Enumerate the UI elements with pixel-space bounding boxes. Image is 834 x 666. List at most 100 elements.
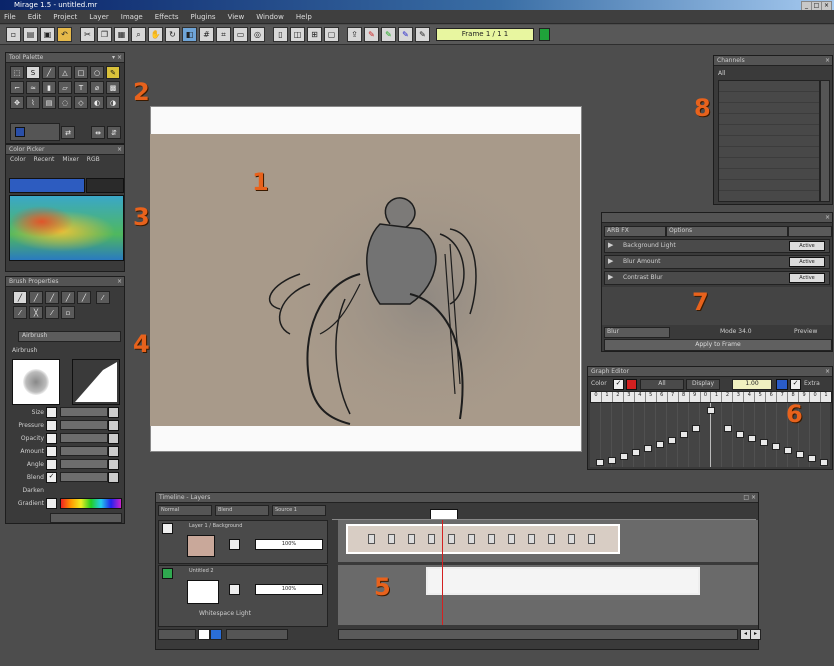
fx-extra-select[interactable] [788, 226, 832, 237]
channels-list[interactable] [718, 80, 820, 202]
curve-point[interactable] [724, 425, 732, 432]
brush-water-icon[interactable]: ╳ [29, 306, 43, 319]
frame-strip[interactable] [346, 524, 620, 554]
curve-point[interactable] [784, 447, 792, 454]
curve-point[interactable] [760, 439, 768, 446]
menu-layer[interactable]: Layer [89, 13, 109, 21]
brush-apply-button[interactable] [50, 513, 122, 523]
layer-row[interactable]: Layer 1 / Background 100% [158, 520, 328, 564]
blend-slider[interactable] [60, 472, 108, 482]
blend-mode-select[interactable]: Normal [158, 505, 212, 516]
angle-checkbox[interactable] [46, 459, 57, 470]
polygon-icon[interactable]: △ [58, 66, 72, 79]
apply-to-frame-button[interactable]: Apply to Frame [604, 339, 832, 351]
brush-preset-select[interactable]: Airbrush [18, 331, 121, 342]
opacity-slider[interactable] [60, 433, 108, 443]
layer-opacity-field[interactable]: 100% [255, 584, 323, 595]
curve-point[interactable] [707, 407, 715, 414]
opacity-menu[interactable] [108, 433, 119, 444]
brush-pen-icon[interactable]: ╱ [29, 291, 43, 304]
curve-point[interactable] [736, 431, 744, 438]
fx-mode-select[interactable]: Blur [604, 327, 670, 338]
timeline-scrollbar[interactable] [338, 629, 738, 640]
menu-file[interactable]: File [4, 13, 16, 21]
fx-item-toggle[interactable]: Active [789, 273, 825, 283]
curve-point[interactable] [820, 459, 828, 466]
graph-display-button[interactable]: Display [686, 379, 720, 390]
graph-color-swatch[interactable] [626, 379, 637, 390]
timeline-frame-field[interactable] [226, 629, 288, 640]
opacity-checkbox[interactable] [46, 433, 57, 444]
curve-point[interactable] [680, 431, 688, 438]
fx-item-toggle[interactable]: Active [789, 241, 825, 251]
blend-menu[interactable] [108, 472, 119, 483]
eraser-icon[interactable]: ▱ [58, 81, 72, 94]
tab-color[interactable]: Color [10, 156, 26, 166]
tab-recent[interactable]: Recent [34, 156, 55, 166]
grid-icon[interactable]: # [199, 27, 214, 42]
text-icon[interactable]: T [74, 81, 88, 94]
curve-point[interactable] [808, 455, 816, 462]
menu-plugins[interactable]: Plugins [191, 13, 216, 21]
new-icon[interactable]: ▫ [6, 27, 21, 42]
fx-item-toggle[interactable]: Active [789, 257, 825, 267]
hand-icon[interactable]: ✋ [148, 27, 163, 42]
save-icon[interactable]: ▣ [40, 27, 55, 42]
curve-point[interactable] [748, 435, 756, 442]
color-swatch-area[interactable] [10, 123, 60, 141]
timeline-blue-swatch[interactable] [210, 629, 222, 640]
brush-airbrush-icon[interactable]: ⁄ [95, 291, 110, 304]
rectangle-icon[interactable]: □ [74, 66, 88, 79]
amount-slider[interactable] [60, 446, 108, 456]
page-icon[interactable]: ▯ [273, 27, 288, 42]
open-icon[interactable]: ▤ [23, 27, 38, 42]
angle-slider[interactable] [60, 459, 108, 469]
track-lower[interactable] [338, 565, 758, 625]
select-icon[interactable]: ⬚ [10, 66, 24, 79]
graph-color-checkbox[interactable]: ✓ [613, 379, 624, 390]
layer-lock-checkbox[interactable] [229, 584, 240, 595]
pencil-icon[interactable]: ✎ [106, 66, 120, 79]
window-icon[interactable]: ▢ [324, 27, 339, 42]
amount-checkbox[interactable] [46, 446, 57, 457]
menu-edit[interactable]: Edit [28, 13, 42, 21]
brush-icon[interactable]: ⌐ [10, 81, 24, 94]
track-upper[interactable] [338, 520, 758, 562]
burn-icon[interactable]: ◑ [106, 96, 120, 109]
curve-point[interactable] [656, 441, 664, 448]
eyedropper-icon[interactable]: ⌀ [90, 81, 104, 94]
foreground-color-swatch[interactable] [15, 127, 25, 137]
brush-spray-icon[interactable]: ⁄ [45, 306, 59, 319]
fx-item[interactable]: ▶ Background Light Active [604, 239, 830, 253]
layer-blend-select[interactable]: Blend [215, 505, 269, 516]
crop-icon[interactable]: ⌗ [216, 27, 231, 42]
stamp-icon[interactable]: ▩ [106, 81, 120, 94]
export-icon[interactable]: ⇪ [347, 27, 362, 42]
layer-lock-checkbox[interactable] [229, 539, 240, 550]
gradient-checkbox[interactable] [46, 498, 57, 509]
fill-icon[interactable]: ▮ [42, 81, 56, 94]
brush-pencil-icon[interactable]: ╱ [13, 291, 27, 304]
current-color-bar[interactable] [9, 178, 85, 193]
frame-icon[interactable]: ▭ [233, 27, 248, 42]
brush-chalk-icon[interactable]: ╱ [61, 291, 75, 304]
undo-icon[interactable]: ↶ [57, 27, 72, 42]
frame-field[interactable]: Frame 1 / 1 1 [436, 28, 534, 41]
smudge-icon[interactable]: ≈ [26, 81, 40, 94]
menu-project[interactable]: Project [53, 13, 77, 21]
fx-item[interactable]: ▶ Blur Amount Active [604, 255, 830, 269]
brush-stamp-icon[interactable]: ▫ [61, 306, 75, 319]
brush-ink-icon[interactable]: ╱ [77, 291, 91, 304]
pen-black-icon[interactable]: ✎ [415, 27, 430, 42]
pen-red-icon[interactable]: ✎ [364, 27, 379, 42]
ellipse-icon[interactable]: ○ [90, 66, 104, 79]
pressure-slider[interactable] [60, 420, 108, 430]
brush-scatter-icon[interactable]: ⁄ [13, 306, 27, 319]
playhead-line[interactable] [442, 520, 443, 625]
mirror-icon[interactable]: ⇹ [91, 126, 105, 139]
curve-point[interactable] [772, 443, 780, 450]
menu-help[interactable]: Help [296, 13, 312, 21]
brush-marker-icon[interactable]: ╱ [45, 291, 59, 304]
blend-checkbox[interactable]: ✓ [46, 472, 57, 483]
graph-blue-swatch[interactable] [776, 379, 788, 390]
